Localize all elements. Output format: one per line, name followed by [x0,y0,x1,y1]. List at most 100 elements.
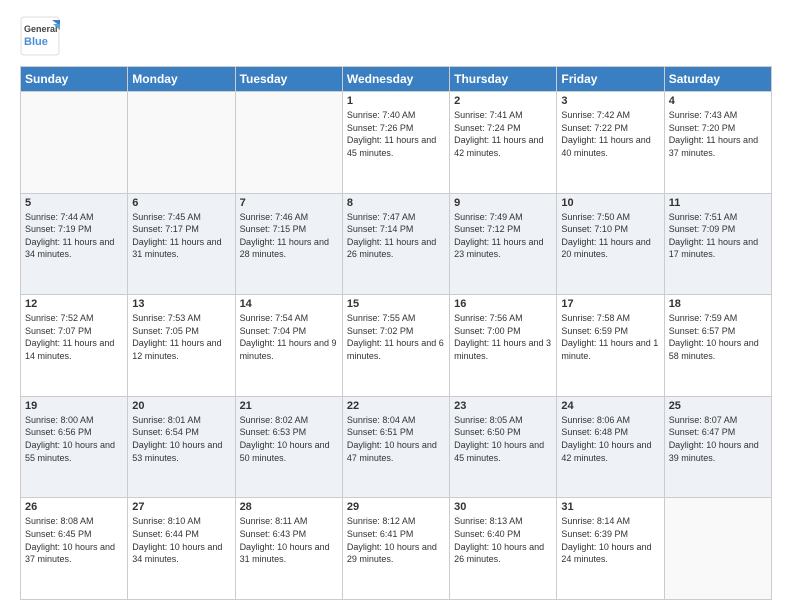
header: General Blue [20,16,772,56]
calendar-cell [21,92,128,194]
day-number: 15 [347,298,445,310]
week-row-3: 12 Sunrise: 7:52 AMSunset: 7:07 PMDayligh… [21,295,772,397]
day-number: 24 [561,400,659,412]
day-info: Sunrise: 7:50 AMSunset: 7:10 PMDaylight:… [561,211,659,261]
calendar-cell: 30Sunrise: 8:13 AMSunset: 6:40 PMDayligh… [450,498,557,600]
calendar-cell: 4 Sunrise: 7:43 AMSunset: 7:20 PMDaylight… [664,92,771,194]
day-number: 29 [347,501,445,513]
day-number: 28 [240,501,338,513]
calendar-cell: 23 Sunrise: 8:05 AMSunset: 6:50 PMDayligh… [450,396,557,498]
day-number: 26 [25,501,123,513]
calendar-cell: 8 Sunrise: 7:47 AMSunset: 7:14 PMDaylight… [342,193,449,295]
day-info: Sunrise: 7:58 AMSunset: 6:59 PMDaylight:… [561,312,659,362]
day-number: 6 [132,197,230,209]
calendar-cell: 15 Sunrise: 7:55 AMSunset: 7:02 PMDayligh… [342,295,449,397]
calendar-cell: 1Sunrise: 7:40 AMSunset: 7:26 PMDaylight… [342,92,449,194]
calendar-cell: 22 Sunrise: 8:04 AMSunset: 6:51 PMDayligh… [342,396,449,498]
calendar-cell: 31Sunrise: 8:14 AMSunset: 6:39 PMDayligh… [557,498,664,600]
calendar-cell: 11 Sunrise: 7:51 AMSunset: 7:09 PMDayligh… [664,193,771,295]
day-number: 11 [669,197,767,209]
day-number: 12 [25,298,123,310]
day-info: Sunrise: 7:51 AMSunset: 7:09 PMDaylight:… [669,211,767,261]
svg-text:Blue: Blue [24,36,48,48]
weekday-header-saturday: Saturday [664,67,771,92]
day-info: Sunrise: 8:01 AMSunset: 6:54 PMDaylight:… [132,414,230,464]
day-number: 1 [347,95,445,107]
calendar-cell: 9 Sunrise: 7:49 AMSunset: 7:12 PMDaylight… [450,193,557,295]
day-info: Sunrise: 8:05 AMSunset: 6:50 PMDaylight:… [454,414,552,464]
day-info: Sunrise: 7:41 AMSunset: 7:24 PMDaylight:… [454,109,552,159]
calendar-cell: 17 Sunrise: 7:58 AMSunset: 6:59 PMDayligh… [557,295,664,397]
day-number: 18 [669,298,767,310]
day-number: 23 [454,400,552,412]
logo-svg: General Blue [20,16,100,56]
week-row-2: 5 Sunrise: 7:44 AMSunset: 7:19 PMDaylight… [21,193,772,295]
calendar-cell: 7 Sunrise: 7:46 AMSunset: 7:15 PMDaylight… [235,193,342,295]
calendar-cell [664,498,771,600]
day-number: 22 [347,400,445,412]
week-row-4: 19Sunrise: 8:00 AMSunset: 6:56 PMDayligh… [21,396,772,498]
day-info: Sunrise: 7:47 AMSunset: 7:14 PMDaylight:… [347,211,445,261]
calendar-cell: 24 Sunrise: 8:06 AMSunset: 6:48 PMDayligh… [557,396,664,498]
calendar-cell [235,92,342,194]
week-row-5: 26 Sunrise: 8:08 AMSunset: 6:45 PMDayligh… [21,498,772,600]
calendar-cell: 5 Sunrise: 7:44 AMSunset: 7:19 PMDaylight… [21,193,128,295]
day-number: 30 [454,501,552,513]
day-number: 3 [561,95,659,107]
logo: General Blue [20,16,100,56]
calendar-cell: 27Sunrise: 8:10 AMSunset: 6:44 PMDayligh… [128,498,235,600]
day-number: 10 [561,197,659,209]
calendar-cell: 29 Sunrise: 8:12 AMSunset: 6:41 PMDayligh… [342,498,449,600]
day-number: 5 [25,197,123,209]
calendar-cell: 16Sunrise: 7:56 AMSunset: 7:00 PMDayligh… [450,295,557,397]
day-number: 14 [240,298,338,310]
day-number: 31 [561,501,659,513]
day-info: Sunrise: 8:02 AMSunset: 6:53 PMDaylight:… [240,414,338,464]
day-number: 7 [240,197,338,209]
day-info: Sunrise: 7:49 AMSunset: 7:12 PMDaylight:… [454,211,552,261]
weekday-header-row: SundayMondayTuesdayWednesdayThursdayFrid… [21,67,772,92]
day-number: 8 [347,197,445,209]
calendar-cell: 13Sunrise: 7:53 AMSunset: 7:05 PMDayligh… [128,295,235,397]
weekday-header-friday: Friday [557,67,664,92]
calendar-cell [128,92,235,194]
day-info: Sunrise: 7:45 AMSunset: 7:17 PMDaylight:… [132,211,230,261]
day-info: Sunrise: 8:12 AMSunset: 6:41 PMDaylight:… [347,515,445,565]
day-info: Sunrise: 7:46 AMSunset: 7:15 PMDaylight:… [240,211,338,261]
calendar-cell: 10 Sunrise: 7:50 AMSunset: 7:10 PMDayligh… [557,193,664,295]
day-number: 2 [454,95,552,107]
day-info: Sunrise: 7:44 AMSunset: 7:19 PMDaylight:… [25,211,123,261]
calendar-cell: 21 Sunrise: 8:02 AMSunset: 6:53 PMDayligh… [235,396,342,498]
day-number: 20 [132,400,230,412]
svg-text:General: General [24,24,58,34]
calendar-cell: 20 Sunrise: 8:01 AMSunset: 6:54 PMDayligh… [128,396,235,498]
day-info: Sunrise: 7:43 AMSunset: 7:20 PMDaylight:… [669,109,767,159]
day-info: Sunrise: 8:06 AMSunset: 6:48 PMDaylight:… [561,414,659,464]
calendar-cell: 12 Sunrise: 7:52 AMSunset: 7:07 PMDayligh… [21,295,128,397]
week-row-1: 1Sunrise: 7:40 AMSunset: 7:26 PMDaylight… [21,92,772,194]
day-number: 21 [240,400,338,412]
weekday-header-thursday: Thursday [450,67,557,92]
calendar-cell: 28 Sunrise: 8:11 AMSunset: 6:43 PMDayligh… [235,498,342,600]
calendar-cell: 18Sunrise: 7:59 AMSunset: 6:57 PMDayligh… [664,295,771,397]
day-info: Sunrise: 8:10 AMSunset: 6:44 PMDaylight:… [132,515,230,565]
calendar-cell: 26 Sunrise: 8:08 AMSunset: 6:45 PMDayligh… [21,498,128,600]
day-info: Sunrise: 7:53 AMSunset: 7:05 PMDaylight:… [132,312,230,362]
day-info: Sunrise: 8:08 AMSunset: 6:45 PMDaylight:… [25,515,123,565]
day-info: Sunrise: 8:11 AMSunset: 6:43 PMDaylight:… [240,515,338,565]
day-info: Sunrise: 7:55 AMSunset: 7:02 PMDaylight:… [347,312,445,362]
calendar-cell: 6 Sunrise: 7:45 AMSunset: 7:17 PMDaylight… [128,193,235,295]
day-number: 17 [561,298,659,310]
calendar-table: SundayMondayTuesdayWednesdayThursdayFrid… [20,66,772,600]
day-number: 19 [25,400,123,412]
page: General Blue SundayMondayTuesdayWednesda… [0,0,792,612]
day-info: Sunrise: 7:52 AMSunset: 7:07 PMDaylight:… [25,312,123,362]
day-info: Sunrise: 7:56 AMSunset: 7:00 PMDaylight:… [454,312,552,362]
day-info: Sunrise: 8:04 AMSunset: 6:51 PMDaylight:… [347,414,445,464]
calendar-cell: 2 Sunrise: 7:41 AMSunset: 7:24 PMDaylight… [450,92,557,194]
weekday-header-sunday: Sunday [21,67,128,92]
day-number: 25 [669,400,767,412]
day-info: Sunrise: 7:54 AMSunset: 7:04 PMDaylight:… [240,312,338,362]
day-number: 9 [454,197,552,209]
day-number: 4 [669,95,767,107]
